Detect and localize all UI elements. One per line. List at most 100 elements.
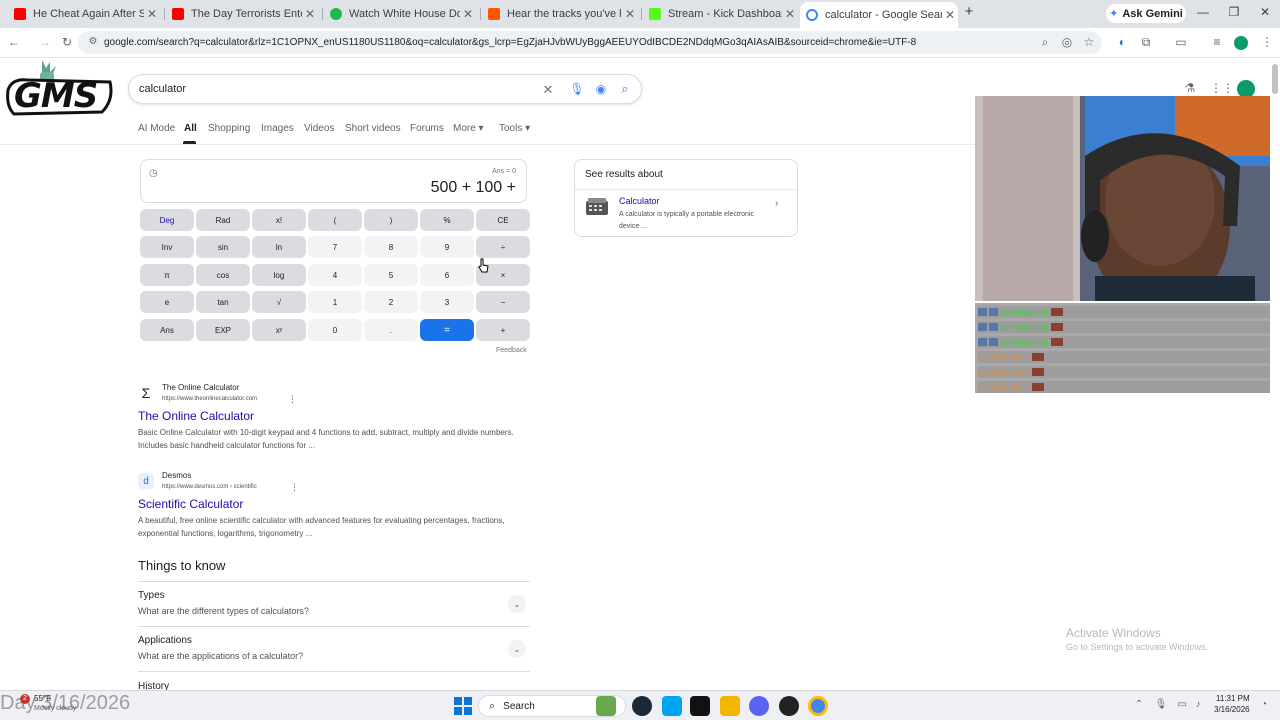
calc-key[interactable]: 9 — [420, 236, 474, 258]
search-icon[interactable]: ⌕ — [616, 81, 634, 97]
vscode-icon[interactable] — [662, 696, 682, 716]
history-icon[interactable]: ◷ — [149, 168, 158, 179]
chevron-down-icon[interactable]: ⌄ — [508, 595, 526, 613]
address-bar[interactable]: ⚙ google.com/search?q=calculator&rlz=1C1… — [78, 31, 1102, 54]
calc-key[interactable]: = — [420, 319, 474, 341]
calc-key[interactable]: cos — [196, 264, 250, 286]
file-explorer-icon[interactable] — [720, 696, 740, 716]
tab-all[interactable]: All — [184, 123, 197, 134]
browser-tab[interactable]: Stream - Kick Dashboard ✕ — [643, 2, 798, 26]
calc-key[interactable]: xʸ — [252, 319, 306, 341]
site-info-icon[interactable]: ⚙ — [84, 36, 102, 47]
calc-key[interactable]: Deg — [140, 209, 194, 231]
result-title-link[interactable]: Scientific Calculator — [138, 497, 243, 511]
tab-short-videos[interactable]: Short videos — [345, 123, 401, 134]
back-icon[interactable]: ← — [5, 35, 23, 49]
calc-key[interactable]: ln — [252, 236, 306, 258]
calc-key[interactable]: Rad — [196, 209, 250, 231]
calc-key[interactable]: − — [476, 291, 530, 313]
browser-tab[interactable]: He Cheat Again After She ✕ — [8, 2, 160, 26]
calc-key[interactable]: EXP — [196, 319, 250, 341]
extension-icon[interactable]: ◖ — [1112, 35, 1130, 49]
search-input[interactable]: calculator ✕ 🎙 ◉ ⌕ — [128, 74, 642, 104]
scrollbar-thumb[interactable] — [1272, 64, 1278, 94]
windows-start-icon[interactable] — [454, 697, 472, 715]
tab-ai-mode[interactable]: AI Mode — [138, 123, 175, 134]
page-scrollbar[interactable] — [1270, 58, 1280, 690]
reload-icon[interactable]: ↻ — [58, 35, 76, 49]
taskbar-widget-icon[interactable] — [596, 696, 616, 716]
calc-key[interactable]: + — [476, 319, 530, 341]
calc-key[interactable]: π — [140, 264, 194, 286]
browser-tab[interactable]: Watch White House Down For ✕ — [324, 2, 476, 26]
tab-shopping[interactable]: Shopping — [208, 123, 250, 134]
close-tab-icon[interactable]: ✕ — [942, 8, 958, 22]
clear-icon[interactable]: ✕ — [539, 82, 557, 98]
clock-date[interactable]: 3/16/2026 — [1214, 705, 1250, 714]
chevron-up-icon[interactable]: ⌃ — [1130, 699, 1148, 710]
calc-key[interactable]: 0 — [308, 319, 362, 341]
close-tab-icon[interactable]: ✕ — [782, 7, 798, 21]
chevron-right-icon[interactable]: › — [775, 198, 778, 209]
forward-icon[interactable]: → — [36, 35, 54, 49]
microphone-icon[interactable]: 🎙 — [1152, 699, 1170, 710]
calc-key[interactable]: log — [252, 264, 306, 286]
ttk-item-heading[interactable]: Applications — [138, 635, 192, 646]
calc-key[interactable]: ÷ — [476, 236, 530, 258]
epic-games-icon[interactable] — [690, 696, 710, 716]
ask-gemini-button[interactable]: ✦ Ask Gemini — [1106, 4, 1186, 23]
microphone-icon[interactable]: 🎙 — [568, 82, 586, 96]
calc-key[interactable]: 5 — [364, 264, 418, 286]
calc-key[interactable]: Ans — [140, 319, 194, 341]
calc-key[interactable]: 8 — [364, 236, 418, 258]
calc-key[interactable]: x! — [252, 209, 306, 231]
more-options-icon[interactable]: ⋮ — [288, 394, 297, 405]
tab-more[interactable]: More ▾ — [453, 123, 484, 134]
more-options-icon[interactable]: ⋮ — [290, 482, 299, 493]
profile-avatar[interactable] — [1234, 36, 1248, 50]
calc-key[interactable]: √ — [252, 291, 306, 313]
calc-key[interactable]: . — [364, 319, 418, 341]
calc-key[interactable]: sin — [196, 236, 250, 258]
calc-key[interactable]: 7 — [308, 236, 362, 258]
tab-tools[interactable]: Tools ▾ — [499, 123, 530, 134]
close-tab-icon[interactable]: ✕ — [302, 7, 318, 21]
close-tab-icon[interactable]: ✕ — [144, 7, 160, 21]
close-tab-icon[interactable]: ✕ — [622, 7, 638, 21]
calc-key[interactable]: % — [420, 209, 474, 231]
calc-key[interactable]: 6 — [420, 264, 474, 286]
tab-images[interactable]: Images — [261, 123, 294, 134]
zoom-icon[interactable]: ⌕ — [1036, 35, 1054, 50]
browser-tab[interactable]: The Day Terrorists Entered the ✕ — [166, 2, 318, 26]
close-tab-icon[interactable]: ✕ — [460, 7, 476, 21]
steam-icon[interactable] — [632, 696, 652, 716]
clock-time[interactable]: 11:31 PM — [1216, 694, 1250, 703]
calc-key[interactable]: 4 — [308, 264, 362, 286]
obs-icon[interactable] — [779, 696, 799, 716]
calc-key[interactable]: 1 — [308, 291, 362, 313]
calc-key[interactable]: e — [140, 291, 194, 313]
feedback-link[interactable]: Feedback — [496, 347, 527, 354]
calc-key[interactable]: 3 — [420, 291, 474, 313]
eye-off-icon[interactable]: ◎ — [1058, 35, 1076, 49]
tab-forums[interactable]: Forums — [410, 123, 444, 134]
calc-key[interactable]: CE — [476, 209, 530, 231]
chrome-icon[interactable] — [808, 696, 828, 716]
panel-entity-title[interactable]: Calculator — [619, 196, 660, 206]
notification-icon[interactable]: ◔ — [1255, 699, 1273, 710]
labs-flask-icon[interactable]: ⚗ — [1181, 81, 1199, 95]
puzzle-icon[interactable]: ⧉ — [1137, 35, 1155, 50]
calc-key[interactable]: ( — [308, 209, 362, 231]
new-tab-icon[interactable]: + — [959, 3, 979, 20]
tab-search-icon[interactable]: ≡ — [1208, 35, 1226, 49]
browser-tab[interactable]: Hear the tracks you've liked: on ✕ — [482, 2, 638, 26]
calc-key[interactable]: Inv — [140, 236, 194, 258]
bookmark-star-icon[interactable]: ☆ — [1080, 35, 1098, 49]
minimize-icon[interactable]: — — [1193, 5, 1213, 19]
calc-key[interactable]: ) — [364, 209, 418, 231]
browser-tab-active[interactable]: calculator - Google Search ✕ — [800, 2, 958, 28]
lens-icon[interactable]: ◉ — [592, 82, 610, 96]
menu-kebab-icon[interactable]: ⋮ — [1258, 35, 1276, 49]
ttk-item-heading[interactable]: Types — [138, 590, 165, 601]
chevron-down-icon[interactable]: ⌄ — [508, 640, 526, 658]
